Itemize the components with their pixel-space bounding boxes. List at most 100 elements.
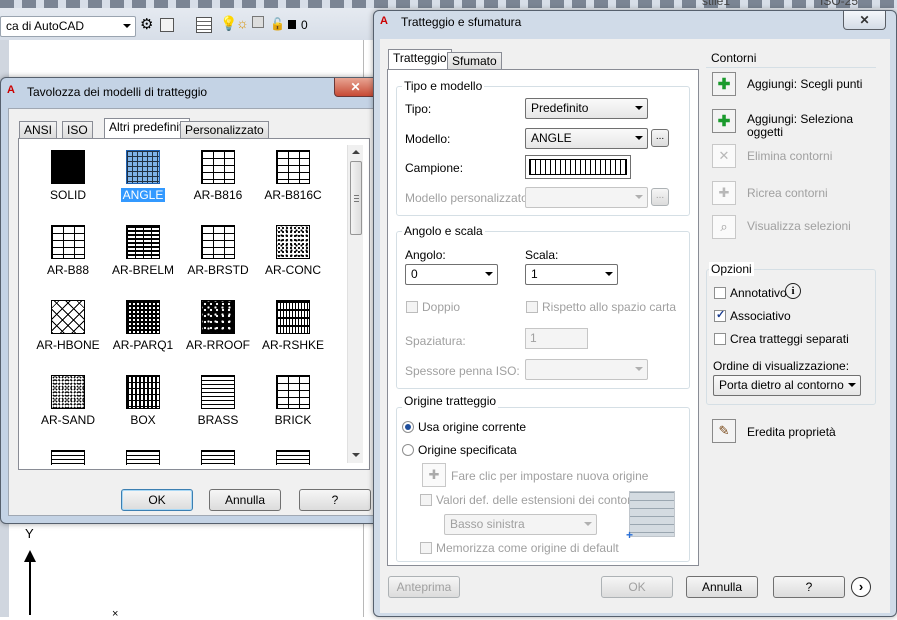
palette-cancel-button[interactable]: Annulla bbox=[209, 489, 281, 511]
modello-label: Modello: bbox=[405, 132, 451, 146]
origin-preview-icon: + bbox=[626, 491, 675, 542]
associativo-checkbox[interactable] bbox=[714, 308, 726, 322]
rispetto-checkbox[interactable] bbox=[526, 301, 538, 313]
expand-more-options-icon[interactable]: › bbox=[851, 577, 871, 597]
workspace-combo[interactable]: ca di AutoCAD bbox=[0, 16, 136, 37]
hatch-app-icon: A bbox=[380, 15, 388, 27]
modello-combo[interactable]: ANGLE bbox=[525, 128, 648, 149]
palette-tab-personalizzato[interactable]: Personalizzato bbox=[180, 121, 269, 139]
pattern-item-partial[interactable] bbox=[182, 447, 254, 465]
eredita-button[interactable]: ✎ bbox=[712, 419, 736, 443]
palette-tab-altri[interactable]: Altri predefiniti bbox=[104, 118, 191, 139]
modello-browse-button[interactable]: ... bbox=[651, 129, 669, 147]
hatch-ok-button[interactable]: OK bbox=[601, 576, 673, 598]
scroll-down-arrow[interactable] bbox=[352, 453, 360, 457]
pattern-swatch bbox=[276, 225, 310, 259]
pattern-item[interactable]: AR-B816C bbox=[257, 147, 329, 219]
valori-def-label: Valori def. delle estensioni dei contorn… bbox=[436, 493, 641, 507]
palette-ok-button[interactable]: OK bbox=[121, 489, 193, 511]
lock-icon[interactable]: 🔓 bbox=[270, 17, 285, 31]
pattern-item[interactable]: AR-BRSTD bbox=[182, 222, 254, 294]
anteprima-button[interactable]: Anteprima bbox=[388, 576, 460, 598]
modello-pers-label: Modello personalizzato: bbox=[405, 191, 532, 205]
spaziatura-label: Spaziatura: bbox=[405, 334, 466, 348]
hatch-client: Tratteggio Sfumato Tipo e modello Tipo: … bbox=[380, 39, 890, 613]
aggiungi-oggetti-button[interactable]: ✚ bbox=[712, 109, 736, 133]
pattern-item[interactable]: BRICK bbox=[257, 372, 329, 444]
sun-icon[interactable]: ☼ bbox=[236, 15, 249, 31]
layer-icon[interactable] bbox=[160, 18, 174, 32]
elimina-button[interactable]: ✕ bbox=[712, 144, 736, 168]
pattern-name: BOX bbox=[130, 413, 156, 427]
scala-label: Scala: bbox=[525, 248, 559, 262]
pattern-item[interactable]: AR-SAND bbox=[32, 372, 104, 444]
pattern-item[interactable]: AR-BRELM bbox=[107, 222, 179, 294]
specificata-radio[interactable] bbox=[402, 444, 414, 456]
contorni-title: Contorni bbox=[711, 51, 757, 65]
gear-icon[interactable]: ⚙ bbox=[140, 17, 153, 33]
palette-tab-iso[interactable]: ISO bbox=[62, 121, 93, 139]
bulb-icon[interactable]: 💡 bbox=[220, 15, 237, 32]
pattern-item-partial[interactable] bbox=[257, 447, 329, 465]
layers-manager-icon[interactable] bbox=[196, 17, 212, 33]
pattern-item-partial[interactable] bbox=[32, 447, 104, 465]
pick-origin-icon: ✚ bbox=[428, 467, 440, 482]
layer-name: 0 bbox=[301, 18, 308, 32]
separati-checkbox[interactable] bbox=[714, 333, 726, 345]
campione-label: Campione: bbox=[405, 161, 464, 175]
palette-close-button[interactable]: ✕ bbox=[334, 78, 377, 97]
scroll-up-arrow[interactable] bbox=[352, 150, 360, 154]
pattern-item[interactable]: AR-RSHKE bbox=[257, 297, 329, 369]
ordine-combo[interactable]: Porta dietro al contorno bbox=[713, 375, 861, 396]
modello-pers-browse-button[interactable]: ... bbox=[651, 188, 669, 206]
pattern-item[interactable]: AR-B88 bbox=[32, 222, 104, 294]
campione-pattern bbox=[529, 159, 627, 175]
annotativo-checkbox[interactable] bbox=[714, 287, 726, 299]
doppio-checkbox[interactable] bbox=[406, 301, 418, 313]
spaziatura-field[interactable]: 1 bbox=[525, 328, 588, 349]
pattern-item[interactable]: ANGLE bbox=[107, 147, 179, 219]
palette-help-button[interactable]: ? bbox=[299, 489, 371, 511]
freeze-icon[interactable] bbox=[252, 16, 264, 28]
valori-def-checkbox[interactable] bbox=[420, 494, 432, 506]
fare-clic-button[interactable]: ✚ bbox=[422, 463, 446, 487]
elimina-label: Elimina contorni bbox=[747, 149, 833, 163]
visualizza-button[interactable]: ⌕ bbox=[712, 215, 736, 239]
aggiungi-punti-button[interactable]: ✚ bbox=[712, 72, 736, 96]
info-icon[interactable]: i bbox=[785, 283, 801, 299]
pattern-item[interactable]: SOLID bbox=[32, 147, 104, 219]
modello-pers-combo[interactable] bbox=[525, 187, 648, 208]
pattern-item[interactable]: BOX bbox=[107, 372, 179, 444]
pattern-scrollbar[interactable] bbox=[347, 145, 363, 463]
pattern-item[interactable]: AR-HBONE bbox=[32, 297, 104, 369]
close-icon: ✕ bbox=[350, 80, 361, 94]
pattern-name: AR-BRELM bbox=[111, 263, 174, 277]
tab-tratteggio[interactable]: Tratteggio bbox=[388, 49, 452, 70]
pattern-item[interactable]: AR-RROOF bbox=[182, 297, 254, 369]
campione-swatch[interactable] bbox=[525, 155, 631, 179]
palette-tab-ansi[interactable]: ANSI bbox=[19, 121, 58, 139]
tab-sfumato[interactable]: Sfumato bbox=[447, 52, 502, 70]
hatch-cancel-button[interactable]: Annulla bbox=[686, 576, 758, 598]
pattern-item[interactable]: AR-PARQ1 bbox=[107, 297, 179, 369]
angolo-combo[interactable]: 0 bbox=[405, 264, 498, 285]
ricrea-label: Ricrea contorni bbox=[747, 186, 828, 200]
hatch-close-button[interactable]: ✕ bbox=[843, 11, 886, 30]
posizione-combo[interactable]: Basso sinistra bbox=[444, 514, 597, 535]
pattern-swatch bbox=[126, 450, 160, 465]
ricrea-button[interactable]: ✚ bbox=[712, 181, 736, 205]
scroll-thumb[interactable] bbox=[350, 161, 362, 235]
pattern-item-partial[interactable] bbox=[107, 447, 179, 465]
memorizza-checkbox[interactable] bbox=[420, 542, 432, 554]
hatch-help-button[interactable]: ? bbox=[773, 576, 845, 598]
scala-combo[interactable]: 1 bbox=[525, 264, 618, 285]
usa-corrente-radio[interactable] bbox=[402, 421, 414, 433]
pattern-swatch bbox=[51, 225, 85, 259]
fare-clic-label: Fare clic per impostare nuova origine bbox=[451, 469, 649, 483]
pattern-item[interactable]: BRASS bbox=[182, 372, 254, 444]
spessore-combo[interactable] bbox=[525, 359, 648, 380]
pattern-item[interactable]: AR-CONC bbox=[257, 222, 329, 294]
pattern-name: AR-B816C bbox=[264, 188, 322, 202]
tipo-combo[interactable]: Predefinito bbox=[525, 98, 648, 119]
pattern-item[interactable]: AR-B816 bbox=[182, 147, 254, 219]
